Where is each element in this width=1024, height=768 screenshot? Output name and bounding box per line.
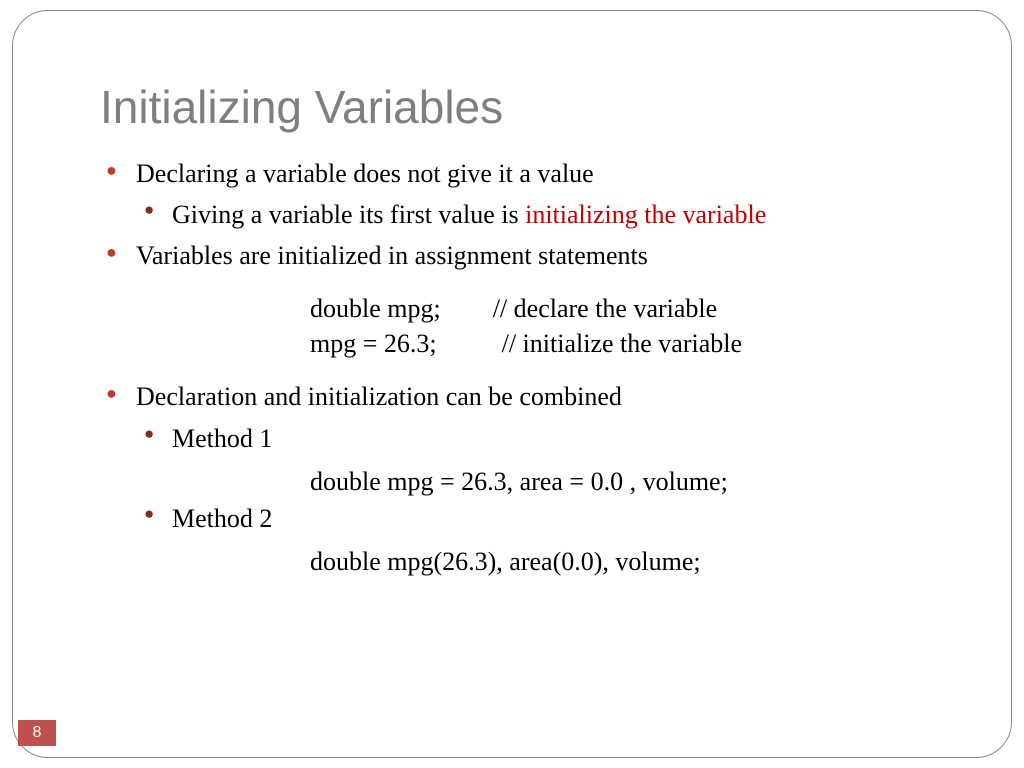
code-method2: double mpg(26.3), area(0.0), volume; [100,542,964,581]
slide-title: Initializing Variables [100,80,964,134]
bullet-first-value: Giving a variable its first value is ini… [100,197,964,232]
page-number: 8 [18,720,56,746]
code-line-2: mpg = 26.3; // initialize the variable [310,329,742,358]
code-method1: double mpg = 26.3, area = 0.0 , volume; [100,462,964,501]
slide: Initializing Variables Declaring a varia… [0,0,1024,768]
code-line-1: double mpg; // declare the variable [310,294,717,323]
bullet-method1: Method 1 [100,421,964,456]
bullet-method2: Method 2 [100,501,964,536]
bullet-list-2: Declaration and initialization can be co… [100,379,964,455]
bullet-combined: Declaration and initialization can be co… [100,379,964,414]
bullet-first-value-text: Giving a variable its first value is [172,200,525,229]
bullet-list: Declaring a variable does not give it a … [100,156,964,273]
bullet-declaring: Declaring a variable does not give it a … [100,156,964,191]
bullet-first-value-highlight: initializing the variable [525,200,766,229]
bullet-list-3: Method 2 [100,501,964,536]
bullet-assignment: Variables are initialized in assignment … [100,238,964,273]
slide-content: Initializing Variables Declaring a varia… [0,0,1024,768]
code-declare-init: double mpg; // declare the variable mpg … [100,291,964,361]
